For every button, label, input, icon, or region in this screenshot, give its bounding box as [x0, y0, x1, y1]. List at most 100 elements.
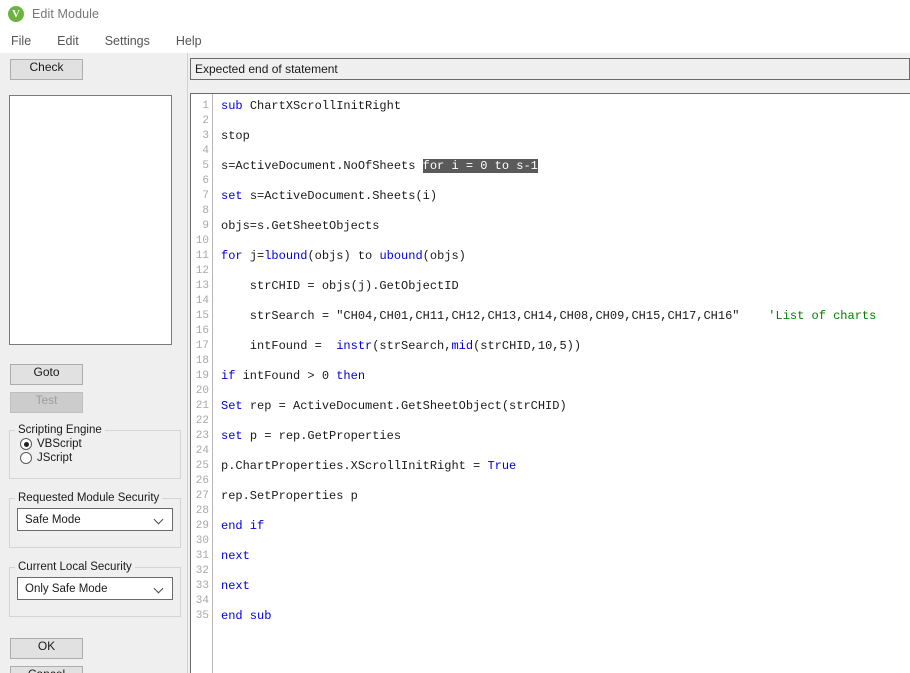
- scripting-engine-group: Scripting Engine VBScript JScript: [9, 424, 181, 479]
- line-number: 8: [202, 205, 209, 217]
- code-line: strCHID = objs(j).GetObjectID: [221, 279, 910, 294]
- line-number: 31: [195, 550, 209, 562]
- radio-unselected-icon: [20, 452, 32, 464]
- line-number: 35: [195, 610, 209, 622]
- code-keyword: Set: [221, 399, 250, 413]
- current-local-security-legend: Current Local Security: [18, 561, 132, 573]
- radio-jscript[interactable]: JScript: [20, 452, 180, 464]
- code-text: j=: [249, 249, 265, 263]
- code-text: ChartXScrollInitRight: [249, 99, 402, 113]
- line-number: 16: [195, 325, 209, 337]
- radio-selected-icon: [20, 438, 32, 450]
- code-line: if intFound > 0 then: [221, 369, 910, 384]
- line-number: 22: [195, 415, 209, 427]
- test-button: Test: [10, 392, 83, 413]
- line-number: 26: [195, 475, 209, 487]
- current-local-security-select[interactable]: Only Safe Mode: [17, 577, 173, 600]
- code-text: (strCHID,10,5)): [473, 339, 582, 353]
- code-text: stop: [221, 129, 250, 143]
- code-keyword: instr: [336, 339, 373, 353]
- line-number: 14: [195, 295, 209, 307]
- code-keyword: mid: [451, 339, 474, 353]
- code-line: sub ChartXScrollInitRight: [221, 99, 910, 114]
- line-number: 18: [195, 355, 209, 367]
- line-number: 6: [202, 175, 209, 187]
- current-local-security-value: Only Safe Mode: [25, 582, 108, 595]
- code-text: rep.SetProperties p: [221, 489, 358, 503]
- code-text: (objs) to: [307, 249, 380, 263]
- line-number: 28: [195, 505, 209, 517]
- line-number: 11: [195, 250, 209, 262]
- code-text-area[interactable]: sub ChartXScrollInitRight stop s=ActiveD…: [213, 94, 910, 673]
- goto-button[interactable]: Goto: [10, 364, 83, 385]
- code-text: intFound =: [221, 339, 337, 353]
- line-number: 20: [195, 385, 209, 397]
- code-line: p.ChartProperties.XScrollInitRight = Tru…: [221, 459, 910, 474]
- code-keyword: next: [221, 549, 250, 563]
- code-line: end if: [221, 519, 910, 534]
- line-number: 34: [195, 595, 209, 607]
- menu-item-settings[interactable]: Settings: [103, 33, 152, 49]
- code-line: Set rep = ActiveDocument.GetSheetObject(…: [221, 399, 910, 414]
- cancel-button[interactable]: Cancel: [10, 666, 83, 673]
- message-list[interactable]: [9, 95, 172, 345]
- code-keyword: if: [221, 369, 243, 383]
- line-number-gutter: 1 2 3 4 5 6 7 8 9 10 11 12 13 14 15 16 17 18 19 20 21 22 23 24 2…: [191, 94, 213, 673]
- code-keyword: end if: [221, 519, 265, 533]
- error-message-text: Expected end of statement: [195, 62, 338, 76]
- chevron-down-icon: [155, 515, 164, 524]
- code-text: strCHID = objs(j).GetObjectID: [221, 279, 459, 293]
- line-number: 19: [195, 370, 209, 382]
- line-number: 15: [195, 310, 209, 322]
- code-line: objs=s.GetSheetObjects: [221, 219, 910, 234]
- main-content: Check Goto Test Scripting Engine VBScrip…: [0, 53, 910, 673]
- chevron-down-icon: [155, 584, 164, 593]
- menu-item-edit[interactable]: Edit: [55, 33, 81, 49]
- code-text: s=ActiveDocument.Sheets(i): [249, 189, 438, 203]
- line-number: 12: [195, 265, 209, 277]
- line-number: 5: [202, 160, 209, 172]
- code-text: intFound > 0: [242, 369, 337, 383]
- code-keyword: sub: [221, 99, 250, 113]
- radio-vbscript[interactable]: VBScript: [20, 438, 180, 450]
- menu-bar: File Edit Settings Help: [0, 28, 910, 53]
- line-number: 1: [202, 100, 209, 112]
- requested-module-security-select[interactable]: Safe Mode: [17, 508, 173, 531]
- line-number: 27: [195, 490, 209, 502]
- selected-code-text: for i = 0 to s-1: [422, 159, 538, 173]
- editor-panel: Expected end of statement 1 2 3 4 5 6 7 8 9 10 11 1…: [188, 53, 910, 673]
- code-keyword: then: [336, 369, 366, 383]
- menu-item-file[interactable]: File: [9, 33, 33, 49]
- code-line: next: [221, 579, 910, 594]
- ok-button[interactable]: OK: [10, 638, 83, 659]
- line-number: 9: [202, 220, 209, 232]
- line-number: 2: [202, 115, 209, 127]
- menu-item-help[interactable]: Help: [174, 33, 204, 49]
- line-number: 33: [195, 580, 209, 592]
- code-keyword: lbound: [264, 249, 308, 263]
- code-keyword: set: [221, 189, 250, 203]
- code-text: (strSearch,: [372, 339, 452, 353]
- code-text: p.ChartProperties.XScrollInitRight =: [221, 459, 488, 473]
- code-line: s=ActiveDocument.NoOfSheets for i = 0 to…: [221, 159, 910, 174]
- code-line: for j=lbound(objs) to ubound(objs): [221, 249, 910, 264]
- line-number: 13: [195, 280, 209, 292]
- line-number: 10: [195, 235, 209, 247]
- window-title: Edit Module: [32, 7, 100, 21]
- code-editor[interactable]: 1 2 3 4 5 6 7 8 9 10 11 12 13 14 15 16 17 18 19 20 21 22 23 24 2…: [190, 93, 910, 673]
- check-button[interactable]: Check: [10, 59, 83, 80]
- line-number: 23: [195, 430, 209, 442]
- code-keyword: end sub: [221, 609, 272, 623]
- radio-jscript-label: JScript: [37, 452, 73, 464]
- code-line: set p = rep.GetProperties: [221, 429, 910, 444]
